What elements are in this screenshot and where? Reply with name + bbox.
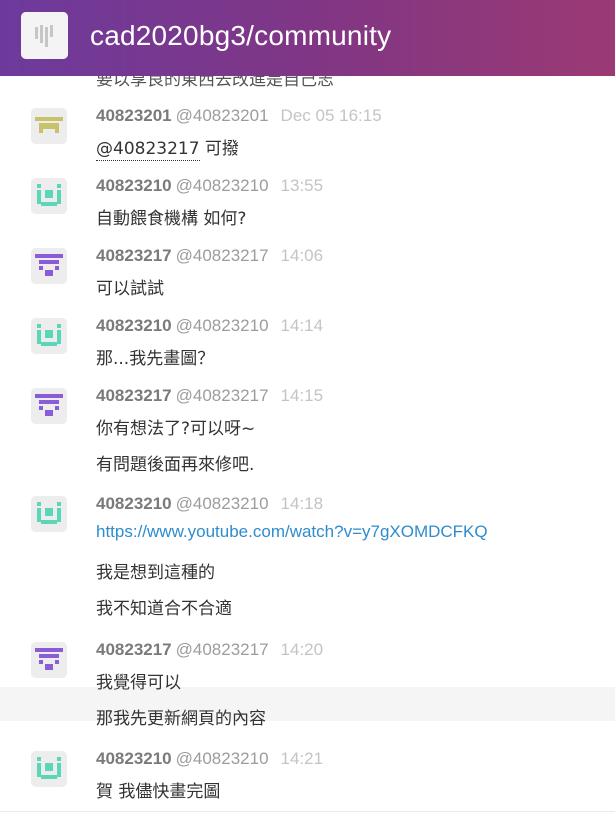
clipped-message-text: 要以享良的東西去改進是自己志 — [96, 76, 334, 90]
message-username[interactable]: 40823210 — [96, 316, 172, 335]
message-timestamp[interactable]: 14:06 — [281, 246, 324, 265]
message-text: 我不知道合不合適 — [96, 594, 232, 619]
message-meta: 40823201 @40823201 Dec 05 16:15 — [96, 106, 382, 126]
message-meta: 40823210 @40823210 14:14 — [96, 316, 323, 336]
message-text: 我覺得可以 — [96, 668, 181, 693]
message-handle[interactable]: @40823217 — [176, 386, 269, 405]
message-text-content: 自動餵食機構 如何? — [96, 209, 247, 229]
message-text-content: 可以試試 — [96, 279, 164, 299]
message-username[interactable]: 40823217 — [96, 246, 172, 265]
message-username[interactable]: 40823210 — [96, 176, 172, 195]
user-mention[interactable]: @40823217 — [96, 139, 200, 161]
identicon-icon — [31, 388, 67, 424]
room-header: cad2020bg3/community — [0, 0, 615, 76]
message-timestamp[interactable]: 14:18 — [281, 494, 324, 513]
user-avatar[interactable] — [31, 642, 67, 678]
message-text-content: 我不知道合不合適 — [96, 599, 232, 619]
list-bottom-divider — [0, 811, 615, 812]
message-timestamp[interactable]: Dec 05 16:15 — [281, 106, 382, 125]
identicon-icon — [31, 318, 67, 354]
message-text: 自動餵食機構 如何? — [96, 204, 246, 229]
message-link[interactable]: https://www.youtube.com/watch?v=y7gXOMDC… — [96, 522, 488, 541]
message-username[interactable]: 40823217 — [96, 640, 172, 659]
message-handle[interactable]: @40823201 — [176, 106, 269, 125]
message-handle[interactable]: @40823210 — [176, 749, 269, 768]
message-handle[interactable]: @40823210 — [176, 176, 269, 195]
message-text: 我是想到這種的 — [96, 558, 215, 583]
message-username[interactable]: 40823210 — [96, 749, 172, 768]
chat-container[interactable]: 要以享良的東西去改進是自己志 40823201 @40823201 Dec 05 1… — [0, 76, 615, 817]
message-text: 賀 我儘快畫完圖 — [96, 777, 220, 802]
user-avatar[interactable] — [31, 248, 67, 284]
message-text-content: 賀 我儘快畫完圖 — [96, 782, 221, 802]
message-timestamp[interactable]: 13:55 — [281, 176, 324, 195]
message-timestamp[interactable]: 14:15 — [281, 386, 324, 405]
message-timestamp[interactable]: 14:20 — [281, 640, 324, 659]
message-text-content: 可撥 — [199, 139, 239, 159]
message-text: @40823217 可撥 — [96, 134, 239, 161]
room-title[interactable]: cad2020bg3/community — [90, 20, 391, 52]
message-text: 有問題後面再來修吧. — [96, 450, 254, 475]
user-avatar[interactable] — [31, 108, 67, 144]
identicon-icon — [31, 496, 67, 532]
message-handle[interactable]: @40823210 — [176, 316, 269, 335]
message-meta: 40823210 @40823210 14:18 — [96, 494, 323, 514]
message-handle[interactable]: @40823217 — [176, 246, 269, 265]
message-meta: 40823217 @40823217 14:20 — [96, 640, 323, 660]
message-text-content: 那...我先畫圖？ — [96, 349, 215, 369]
user-avatar[interactable] — [31, 496, 67, 532]
message-text: 那...我先畫圖？ — [96, 344, 214, 369]
message-username[interactable]: 40823210 — [96, 494, 172, 513]
message-meta: 40823217 @40823217 14:06 — [96, 246, 323, 266]
room-logo-icon[interactable] — [21, 12, 68, 59]
hovered-line-highlight — [0, 687, 615, 721]
message-text-content: 你有想法了?可以呀~ — [96, 419, 256, 439]
user-avatar[interactable] — [31, 178, 67, 214]
message-text: 那我先更新網頁的內容 — [96, 704, 266, 729]
user-avatar[interactable] — [31, 388, 67, 424]
user-avatar[interactable] — [31, 751, 67, 787]
message-text: 可以試試 — [96, 274, 164, 299]
message-username[interactable]: 40823201 — [96, 106, 172, 125]
message-text-content: 我覺得可以 — [96, 673, 181, 693]
message-text-content: 那我先更新網頁的內容 — [96, 709, 266, 729]
identicon-icon — [31, 108, 67, 144]
message-meta: 40823210 @40823210 14:21 — [96, 749, 323, 769]
message-text: https://www.youtube.com/watch?v=y7gXOMDC… — [96, 522, 488, 542]
message-text: 你有想法了?可以呀~ — [96, 414, 255, 439]
identicon-icon — [31, 751, 67, 787]
identicon-icon — [31, 178, 67, 214]
message-text-content: 我是想到這種的 — [96, 563, 215, 583]
message-meta: 40823210 @40823210 13:55 — [96, 176, 323, 196]
identicon-icon — [31, 642, 67, 678]
user-avatar[interactable] — [31, 318, 67, 354]
message-meta: 40823217 @40823217 14:15 — [96, 386, 323, 406]
message-text-content: 有問題後面再來修吧. — [96, 455, 255, 475]
message-timestamp[interactable]: 14:14 — [281, 316, 324, 335]
message-handle[interactable]: @40823210 — [176, 494, 269, 513]
message-timestamp[interactable]: 14:21 — [281, 749, 324, 768]
message-username[interactable]: 40823217 — [96, 386, 172, 405]
message-handle[interactable]: @40823217 — [176, 640, 269, 659]
identicon-icon — [31, 248, 67, 284]
